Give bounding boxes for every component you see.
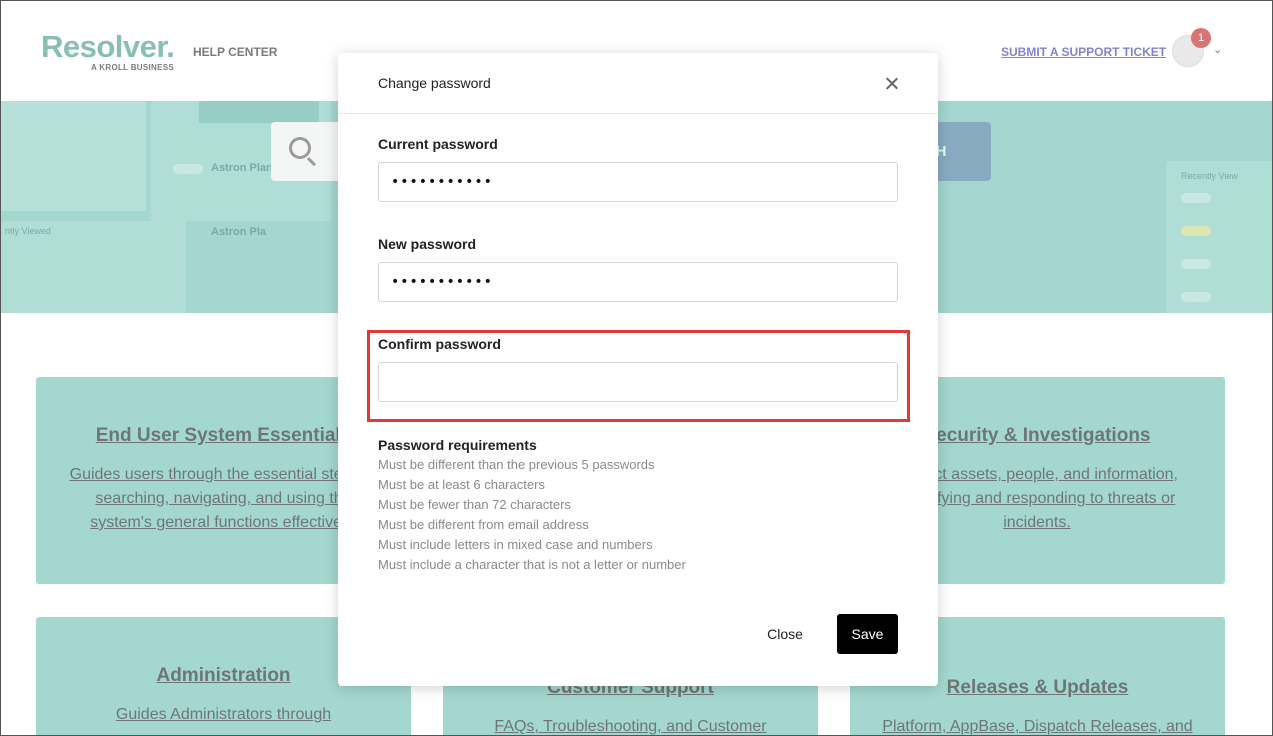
password-requirements-title: Password requirements — [378, 437, 537, 453]
save-button[interactable]: Save — [837, 614, 898, 654]
requirement-item: Must include a character that is not a l… — [378, 557, 686, 572]
confirm-password-input[interactable] — [378, 362, 898, 402]
dialog-header: Change password — [338, 53, 938, 114]
requirement-item: Must be different from email address — [378, 517, 589, 532]
requirement-item: Must be fewer than 72 characters — [378, 497, 571, 512]
requirement-item: Must be different than the previous 5 pa… — [378, 457, 655, 472]
browser-frame: Resolver. A KROLL BUSINESS HELP CENTER S… — [0, 0, 1273, 736]
requirement-item: Must include letters in mixed case and n… — [378, 537, 653, 552]
requirement-item: Must be at least 6 characters — [378, 477, 545, 492]
new-password-label: New password — [378, 236, 477, 252]
confirm-password-label: Confirm password — [378, 336, 501, 352]
current-password-label: Current password — [378, 136, 498, 152]
new-password-input[interactable] — [378, 262, 898, 302]
current-password-input[interactable] — [378, 162, 898, 202]
password-requirements-list: Must be different than the previous 5 pa… — [378, 455, 686, 575]
close-icon[interactable] — [884, 75, 900, 91]
dialog-title: Change password — [378, 75, 491, 91]
close-button[interactable]: Close — [750, 614, 820, 654]
change-password-dialog: Change password Current password New pas… — [338, 53, 938, 686]
